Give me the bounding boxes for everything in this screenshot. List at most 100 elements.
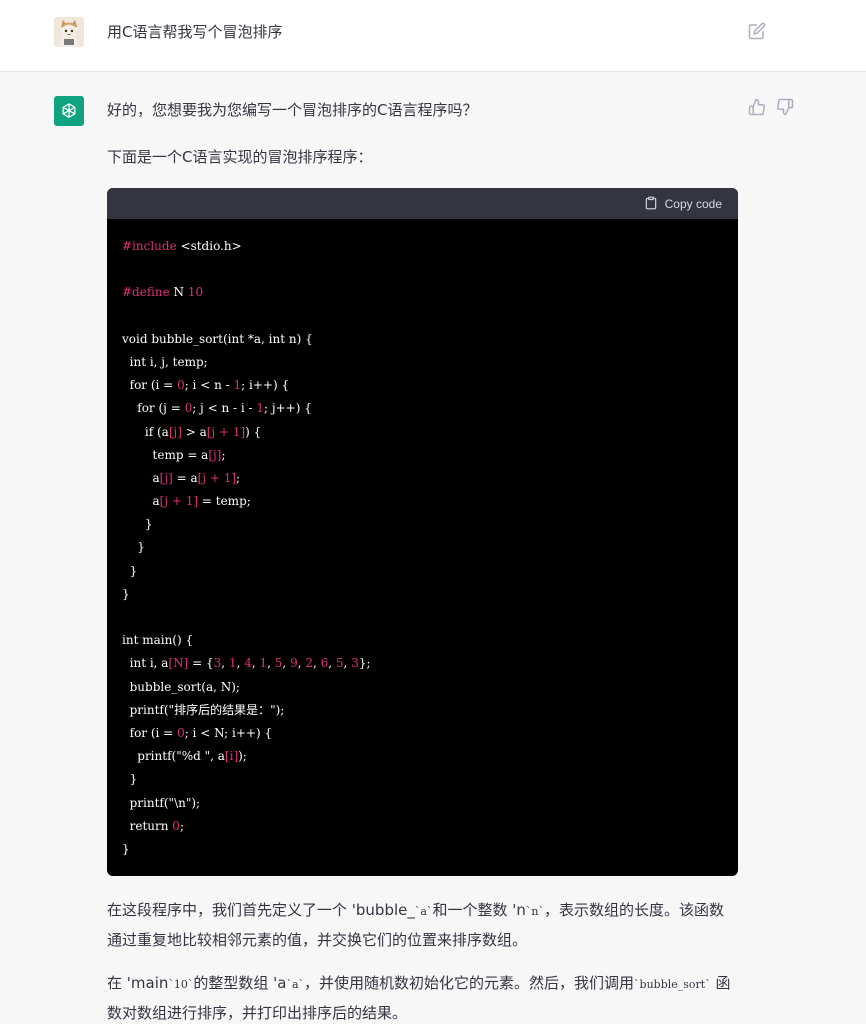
code-line: for (i = 0; i < N; i++) {: [122, 722, 723, 745]
assistant-paragraph-1: 好的，您想要我为您编写一个冒泡排序的C语言程序吗？: [107, 101, 478, 119]
code-line: printf("\n");: [122, 792, 723, 815]
code-token: 0: [177, 725, 185, 740]
code-token: printf("%d ", a: [122, 749, 225, 764]
assistant-paragraph-4: 在 'main`10`的整型数组 'a`a`，并使用随机数初始化它的元素。然后，…: [107, 969, 738, 1027]
user-message-row: 用C语言帮我写个冒泡排序: [0, 0, 866, 72]
code-line: for (i = 0; i < n - 1; i++) {: [122, 374, 723, 397]
code-token: }: [122, 563, 138, 578]
code-token: }: [122, 841, 130, 856]
thumbs-up-icon[interactable]: [748, 98, 766, 116]
code-token: }: [122, 517, 153, 532]
code-block: Copy code #include <stdio.h> #define N 10…: [107, 188, 738, 876]
code-line: printf("%d ", a[i]);: [122, 745, 723, 768]
text-segment: 在这段程序中，我们首先定义了一个 'bubble_: [107, 901, 415, 919]
code-line: }: [122, 583, 723, 606]
code-line: int i, a[N] = {3, 1, 4, 1, 5, 9, 2, 6, 5…: [122, 652, 723, 675]
code-line: #define N 10: [122, 281, 723, 304]
code-token: bubble_sort(a, N);: [122, 679, 240, 694]
code-line: a[j + 1] = temp;: [122, 490, 723, 513]
code-token: int i, a: [122, 656, 169, 671]
code-line: temp = a[j];: [122, 444, 723, 467]
code-token: 9: [290, 656, 298, 671]
code-token: for (j =: [122, 401, 185, 416]
code-token: 2: [305, 656, 313, 671]
code-token: <stdio.h>: [180, 239, 242, 253]
user-prompt-text: 用C语言帮我写个冒泡排序: [107, 23, 283, 41]
code-token: 1: [256, 401, 265, 416]
code-token: ,: [221, 656, 229, 671]
inline-code: `n`: [525, 905, 544, 918]
code-line: }: [122, 536, 723, 559]
text-segment: ，并使用随机数初始化它的元素。然后，我们调用: [304, 974, 635, 992]
code-token: 10: [187, 285, 204, 300]
code-token: 4: [244, 656, 252, 671]
code-line: }: [122, 513, 723, 536]
code-token: 1: [228, 656, 237, 671]
edit-icon[interactable]: [748, 22, 766, 40]
code-token: };: [358, 656, 371, 671]
code-token: a: [122, 470, 160, 485]
code-token: [j + 1]: [206, 424, 246, 439]
code-token: ;: [221, 447, 226, 462]
inline-code: `a`: [286, 978, 305, 991]
code-token: }: [122, 772, 138, 787]
code-token: ;: [179, 818, 184, 833]
inline-code: `10`: [168, 978, 194, 991]
code-token: ; j++) {: [264, 401, 312, 416]
code-line: }: [122, 768, 723, 791]
inline-code: `bubble_sort`: [634, 978, 711, 991]
code-token: int i, j, temp;: [122, 354, 208, 369]
user-avatar: [54, 17, 84, 47]
code-line: return 0;: [122, 815, 723, 838]
code-line: printf("排序后的结果是：");: [122, 699, 723, 722]
code-line: int i, j, temp;: [122, 351, 723, 374]
text-segment: 的整型数组 'a: [193, 974, 287, 992]
code-token: 5: [335, 656, 344, 671]
code-token: = {: [188, 656, 214, 671]
code-token: #include: [122, 239, 181, 253]
code-line: }: [122, 560, 723, 583]
code-token: [j + 1]: [197, 470, 237, 485]
code-token: [j]: [168, 424, 182, 439]
code-token: [j]: [159, 470, 173, 485]
code-token: [i]: [224, 749, 239, 764]
code-line: bubble_sort(a, N);: [122, 676, 723, 699]
code-token: }: [122, 586, 130, 601]
code-token: printf("排序后的结果是：");: [122, 702, 285, 717]
code-line: a[j] = a[j + 1];: [122, 467, 723, 490]
code-token: if (a: [122, 424, 169, 439]
code-token: 3: [351, 656, 359, 671]
code-token: 0: [177, 378, 185, 393]
clipboard-icon: [644, 196, 658, 213]
code-token: ,: [251, 656, 260, 671]
code-line: if (a[j] > a[j + 1]) {: [122, 421, 723, 444]
code-token: = temp;: [198, 494, 251, 509]
code-token: ) {: [245, 424, 262, 439]
code-token: ; i++) {: [241, 378, 290, 393]
text-segment: 和一个整数 'n: [432, 901, 526, 919]
thumbs-down-icon[interactable]: [776, 98, 794, 116]
copy-code-button[interactable]: Copy code: [644, 195, 722, 213]
code-token: for (i =: [122, 378, 178, 393]
assistant-message-row: 好的，您想要我为您编写一个冒泡排序的C语言程序吗？ 下面是一个C语言实现的冒泡排…: [0, 72, 866, 1024]
code-token: ; i < N; i++) {: [184, 725, 273, 740]
code-token: 1: [259, 656, 268, 671]
code-line: }: [122, 838, 723, 861]
code-token: void bubble_sort(int *a, int n) {: [122, 331, 313, 346]
code-token: > a: [181, 424, 207, 439]
code-token: ;: [236, 470, 241, 485]
code-token: [j]: [208, 447, 222, 462]
assistant-paragraph-3: 在这段程序中，我们首先定义了一个 'bubble_`a`和一个整数 'n`n`，…: [107, 896, 738, 954]
assistant-paragraph-2: 下面是一个C语言实现的冒泡排序程序：: [107, 148, 373, 166]
inline-code: `a`: [414, 905, 433, 918]
code-token: 1: [233, 378, 242, 393]
code-token: ,: [282, 656, 291, 671]
code-token: 0: [172, 818, 180, 833]
code-token: ,: [312, 656, 321, 671]
code-content[interactable]: #include <stdio.h> #define N 10 void bubbl…: [107, 219, 738, 861]
code-line: #include <stdio.h>: [122, 235, 723, 258]
code-token: );: [238, 749, 247, 764]
